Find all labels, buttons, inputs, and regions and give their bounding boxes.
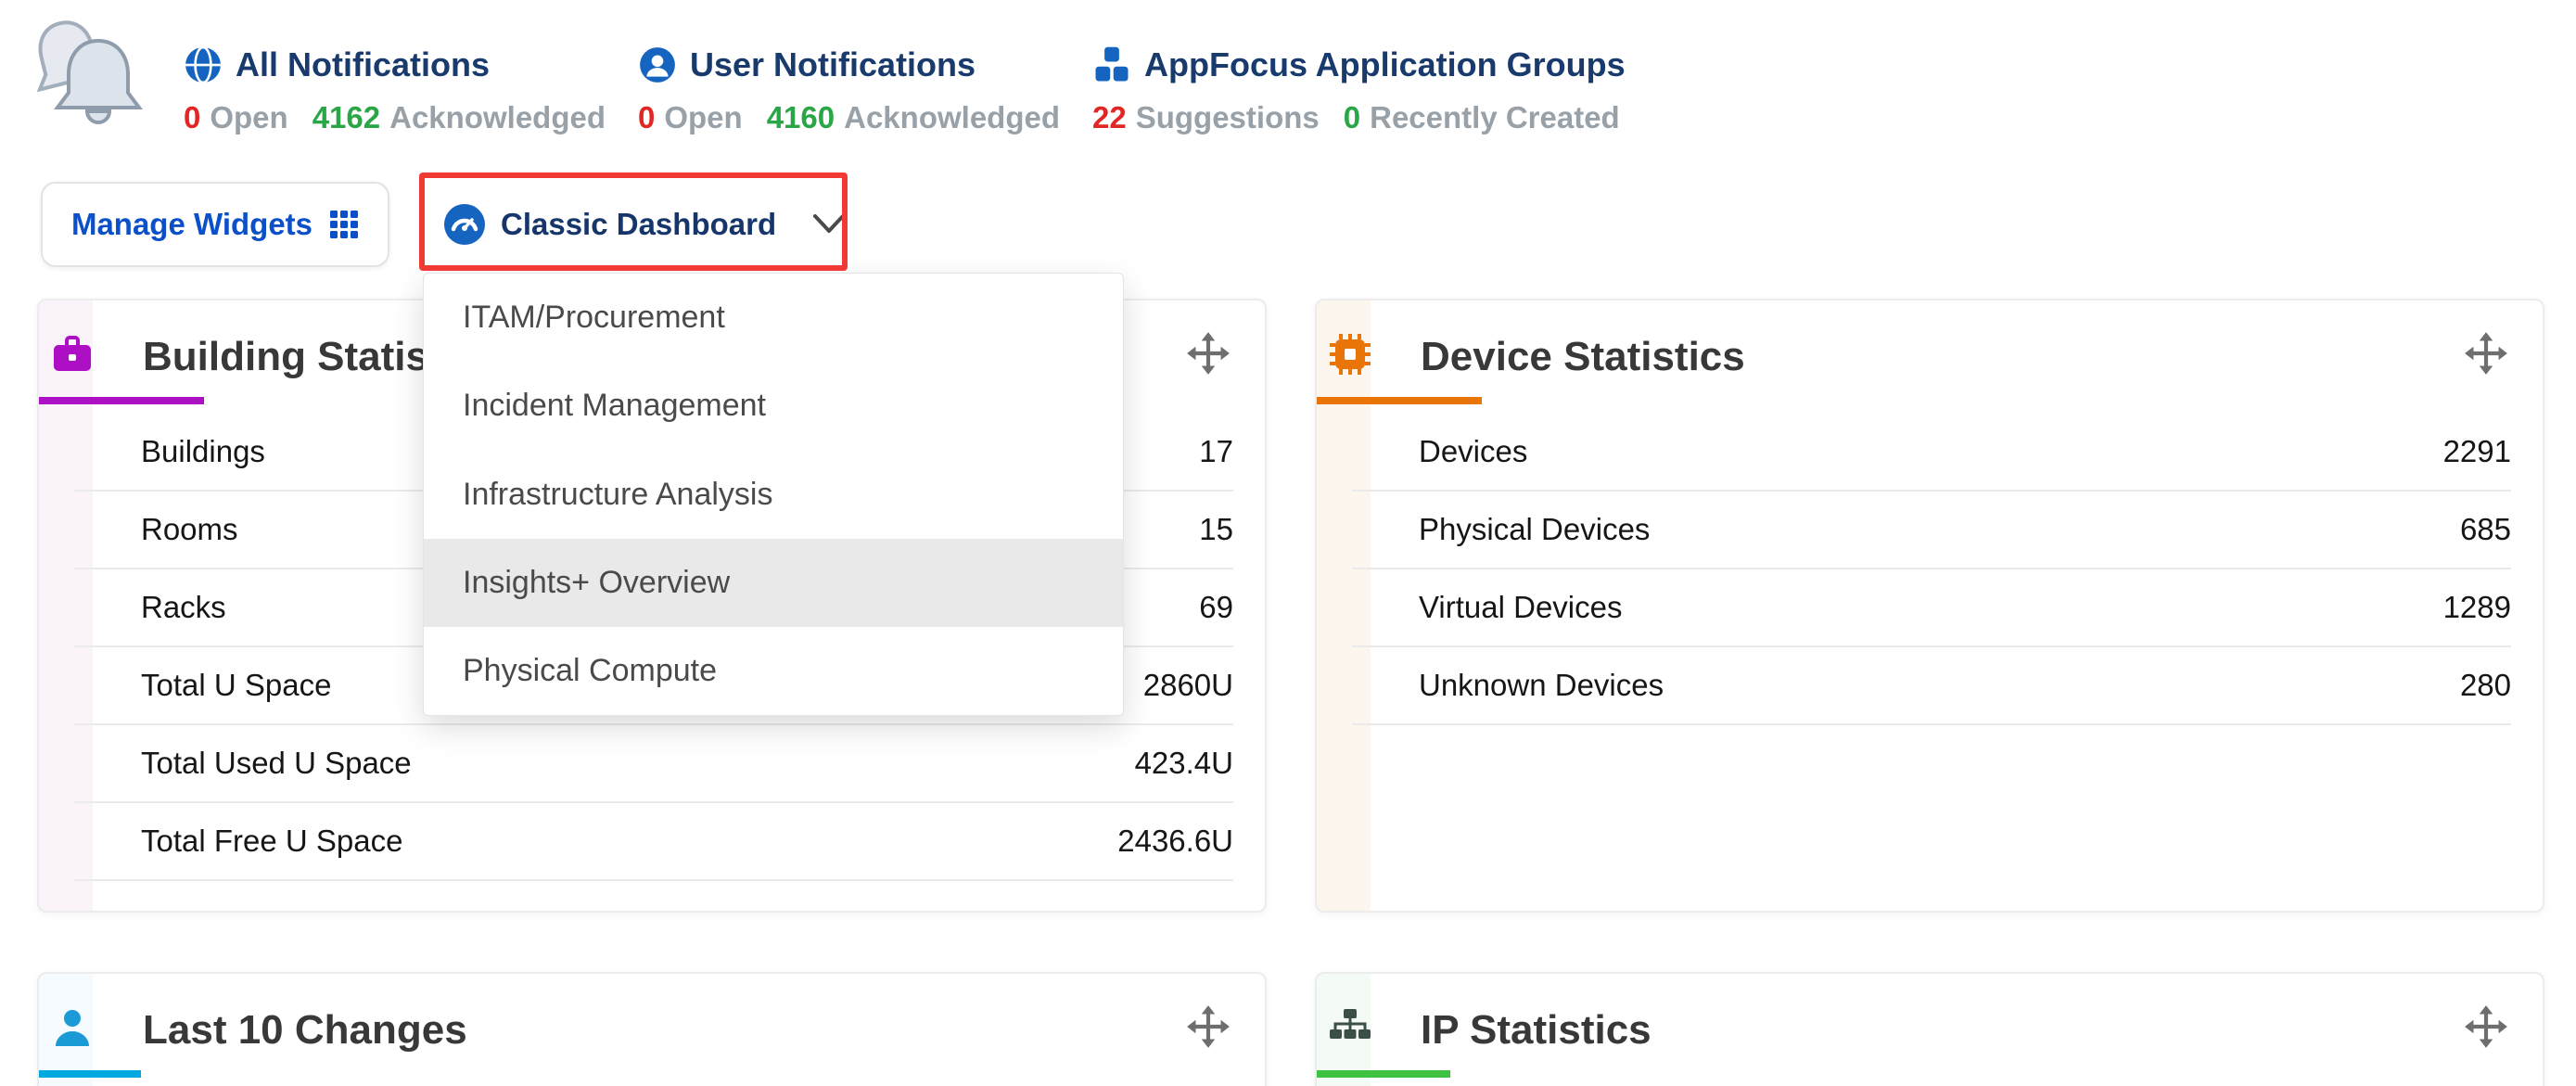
row-value: 2436.6U	[1117, 824, 1233, 859]
stat-value: 22	[1092, 100, 1127, 135]
person-icon	[50, 1005, 95, 1050]
stat-value: 0	[184, 100, 200, 135]
row-label: Devices	[1419, 434, 1527, 469]
last-10-changes-card: Last 10 Changes	[37, 972, 1267, 1086]
header-group-title[interactable]: AppFocus Application Groups	[1144, 45, 1626, 84]
move-icon[interactable]	[2463, 1003, 2509, 1050]
globe-icon	[184, 45, 223, 84]
table-row: Physical Devices 685	[1352, 492, 2511, 569]
widgets-grid-icon	[329, 210, 359, 239]
row-label: Buildings	[141, 434, 265, 469]
briefcase-icon	[50, 332, 95, 377]
card-title: Last 10 Changes	[143, 1007, 467, 1054]
move-icon[interactable]	[2463, 330, 2509, 377]
row-value: 69	[1199, 590, 1233, 625]
header-group-title[interactable]: All Notifications	[236, 45, 490, 84]
row-label: Total Used U Space	[141, 746, 412, 781]
user-icon	[638, 45, 677, 84]
row-value: 2860U	[1143, 668, 1233, 703]
row-label: Physical Devices	[1419, 512, 1650, 547]
row-value: 17	[1199, 434, 1233, 469]
header-group-stats: 0 Open 4160 Acknowledged	[638, 100, 1084, 135]
stat-value: 0	[638, 100, 655, 135]
table-row: Devices 2291	[1352, 414, 2511, 492]
card-title: Device Statistics	[1421, 334, 1745, 380]
user-notifications-summary[interactable]: User Notifications 0 Open 4160 Acknowledged	[638, 41, 1084, 135]
table-row: Total Free U Space 2436.6U	[74, 803, 1233, 881]
app-groups-icon	[1092, 45, 1131, 84]
dropdown-item[interactable]: Insights+ Overview	[424, 539, 1123, 627]
card-accent-underline	[39, 397, 204, 404]
row-value: 280	[2460, 668, 2511, 703]
dashboard-page: All Notifications 0Open4162Acknowledged …	[0, 0, 2576, 1086]
row-label: Total Free U Space	[141, 824, 402, 859]
card-accent-underline	[1317, 1070, 1450, 1078]
move-icon[interactable]	[1185, 330, 1231, 377]
row-value: 685	[2460, 512, 2511, 547]
row-value: 2291	[2443, 434, 2511, 469]
table-row: Unknown Devices 280	[1352, 647, 2511, 725]
manage-widgets-label: Manage Widgets	[71, 207, 312, 242]
dashboard-selector[interactable]: Classic Dashboard	[443, 182, 847, 267]
stat-label: Open	[664, 100, 742, 135]
header-group-stats: 0 Open 4162 Acknowledged	[184, 100, 630, 135]
card-accent-underline	[39, 1070, 141, 1078]
row-label: Unknown Devices	[1419, 668, 1664, 703]
card-accent-underline	[1317, 397, 1482, 404]
dropdown-item[interactable]: Physical Compute	[424, 627, 1123, 715]
network-sitemap-icon	[1328, 1005, 1372, 1050]
stat-label: Acknowledged	[389, 100, 606, 135]
row-value: 1289	[2443, 590, 2511, 625]
header-group-title[interactable]: User Notifications	[690, 45, 976, 84]
header-group-stats: 22 Suggestions 0 Recently Created	[1092, 100, 1644, 135]
dashboard-selector-label: Classic Dashboard	[501, 207, 776, 242]
stat-label: Recently Created	[1370, 100, 1620, 135]
ip-statistics-card: IP Statistics	[1315, 972, 2544, 1086]
row-label: Racks	[141, 590, 226, 625]
all-notifications-summary[interactable]: All Notifications 0 Open 4162 Acknowledged	[184, 41, 630, 135]
stat-label: Suggestions	[1136, 100, 1320, 135]
dashboard-dropdown-menu: ITAM/ProcurementIncident ManagementInfra…	[423, 273, 1124, 716]
device-statistics-card: Device Statistics Devices 2291 Physical De…	[1315, 299, 2544, 913]
stat-label: Acknowledged	[844, 100, 1060, 135]
manage-widgets-button[interactable]: Manage Widgets	[41, 182, 389, 267]
stats-table: Devices 2291 Physical Devices 685 Virtual De…	[1317, 414, 2543, 725]
row-value: 423.4U	[1135, 746, 1233, 781]
row-label: Virtual Devices	[1419, 590, 1622, 625]
notification-bells-icon	[28, 15, 147, 134]
stat-value: 4162	[312, 100, 380, 135]
table-row: Virtual Devices 1289	[1352, 569, 2511, 647]
chevron-down-icon	[811, 212, 847, 236]
dashboard-icon	[443, 203, 486, 246]
card-title: IP Statistics	[1421, 1007, 1651, 1054]
dropdown-item[interactable]: ITAM/Procurement	[424, 274, 1123, 362]
appfocus-groups-summary[interactable]: AppFocus Application Groups 22 Suggestion…	[1092, 41, 1644, 135]
dropdown-item[interactable]: Incident Management	[424, 362, 1123, 450]
dropdown-item[interactable]: Infrastructure Analysis	[424, 450, 1123, 538]
stat-value: 4160	[767, 100, 835, 135]
row-value: 15	[1199, 512, 1233, 547]
row-label: Total U Space	[141, 668, 331, 703]
cpu-icon	[1328, 332, 1372, 377]
table-row: Total Used U Space 423.4U	[74, 725, 1233, 803]
row-label: Rooms	[141, 512, 238, 547]
stat-value: 0	[1344, 100, 1360, 135]
stat-label: Open	[210, 100, 287, 135]
move-icon[interactable]	[1185, 1003, 1231, 1050]
